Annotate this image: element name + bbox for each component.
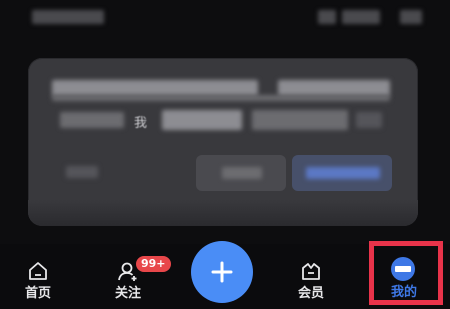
status-bar-right-blur (400, 10, 422, 24)
dialog-body-blur (162, 110, 242, 130)
tab-home-label: 首页 (24, 286, 51, 301)
dialog-title-blur (278, 80, 390, 96)
avatar-mark-icon (395, 266, 411, 272)
notification-badge: 99+ (136, 256, 171, 272)
home-icon (29, 262, 47, 280)
dialog-title-blur (52, 95, 390, 101)
status-bar-left-blur (32, 10, 104, 24)
dialog-footer-shade (28, 200, 418, 226)
dialog-primary-button[interactable] (292, 155, 392, 191)
tab-home[interactable]: 首页 (3, 244, 73, 309)
publish-button[interactable] (191, 241, 253, 303)
membership-icon (302, 263, 320, 280)
primary-button-label-blur (306, 167, 380, 179)
status-bar-right-blur (342, 10, 380, 24)
dialog-checkbox-blur (66, 166, 98, 178)
plus-icon (211, 261, 233, 283)
status-bar-right-blur (318, 10, 336, 24)
tab-follow[interactable]: 关注 (93, 244, 163, 309)
dialog-body-blur (356, 112, 382, 128)
tab-follow-label: 关注 (114, 286, 141, 301)
tab-me-label[interactable]: 我的 (391, 286, 417, 300)
tab-membership-label: 会员 (297, 286, 324, 301)
dialog-body-blur (252, 110, 348, 130)
tab-membership[interactable]: 会员 (276, 244, 346, 309)
dialog-secondary-button[interactable] (196, 155, 286, 191)
secondary-button-label-blur (222, 167, 262, 179)
dialog-title-blur (52, 80, 258, 96)
profile-avatar-icon[interactable] (391, 257, 415, 281)
dialog-body-blur (60, 112, 124, 128)
dialog-body-text: 我 (134, 116, 148, 131)
